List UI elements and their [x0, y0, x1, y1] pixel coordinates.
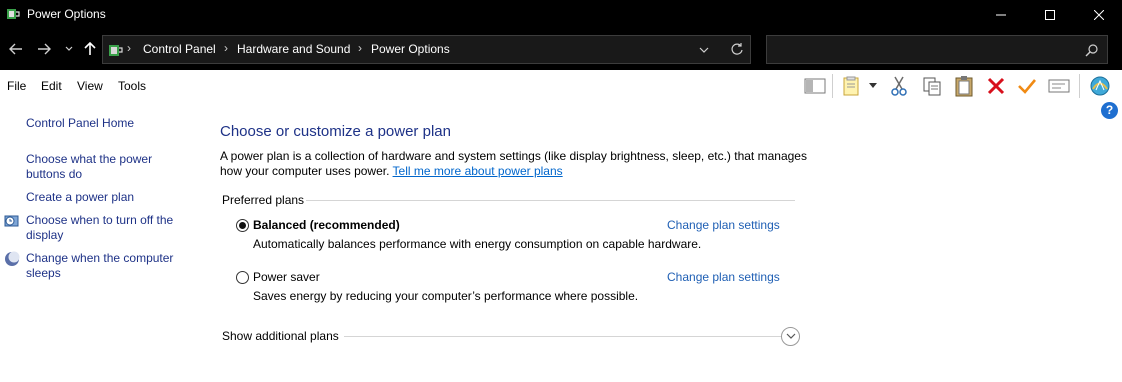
refresh-button[interactable] [730, 42, 744, 59]
address-bar[interactable]: › Control Panel › Hardware and Sound › P… [102, 35, 751, 64]
up-arrow-icon [84, 42, 96, 55]
check-icon [1018, 79, 1036, 94]
breadcrumb-separator: › [358, 41, 362, 55]
balanced-change-settings-link[interactable]: Change plan settings [667, 218, 780, 232]
menu-view[interactable]: View [77, 79, 103, 93]
minimize-button[interactable] [978, 0, 1024, 29]
power-saver-change-settings-link[interactable]: Change plan settings [667, 270, 780, 284]
close-icon [1094, 9, 1104, 20]
caret-down-icon [869, 83, 877, 88]
rename-button[interactable] [1047, 75, 1071, 97]
recent-locations-button[interactable] [63, 39, 75, 59]
back-arrow-icon [9, 43, 22, 55]
balanced-plan-description: Automatically balances performance with … [253, 237, 702, 251]
menu-bar: File Edit View Tools [0, 70, 1122, 102]
chevron-down-icon [699, 47, 709, 53]
forward-button[interactable] [36, 39, 52, 59]
control-panel-icon [109, 45, 123, 56]
menu-edit[interactable]: Edit [41, 79, 62, 93]
maximize-button[interactable] [1027, 0, 1073, 29]
search-input[interactable] [766, 35, 1108, 64]
display-timer-icon [4, 215, 19, 227]
breadcrumb-separator: › [127, 41, 131, 55]
breadcrumb-hardware-and-sound[interactable]: Hardware and Sound [237, 42, 350, 56]
page-description: A power plan is a collection of hardware… [220, 149, 820, 179]
properties-button[interactable] [840, 75, 864, 97]
main-content: Choose or customize a power plan A power… [220, 102, 1120, 382]
forward-arrow-icon [38, 43, 51, 55]
minimize-icon [996, 14, 1006, 15]
power-options-app-icon [7, 9, 20, 19]
chevron-down-icon [65, 46, 73, 51]
sidebar-item-power-buttons[interactable]: Choose what the power buttons do [26, 152, 166, 182]
section-divider [344, 336, 781, 337]
sleep-moon-icon [5, 251, 20, 266]
title-bar: Power Options [0, 0, 1122, 29]
breadcrumb-separator: › [224, 41, 228, 55]
menu-tools[interactable]: Tools [118, 79, 146, 93]
navigation-bar: › Control Panel › Hardware and Sound › P… [0, 29, 1122, 70]
shell-icon [1090, 76, 1110, 96]
sidebar-item-control-panel-home[interactable]: Control Panel Home [26, 116, 191, 131]
left-navigation-pane: Control Panel Home Choose what the power… [0, 102, 200, 382]
toolbar-separator [1079, 74, 1080, 98]
address-dropdown-button[interactable] [699, 43, 709, 60]
menu-file[interactable]: File [7, 79, 26, 93]
shell-button[interactable] [1088, 75, 1112, 97]
close-button[interactable] [1076, 0, 1122, 29]
layout-button[interactable] [803, 75, 827, 97]
balanced-plan-radio[interactable] [236, 219, 249, 232]
up-button[interactable] [82, 39, 98, 59]
sidebar-item-computer-sleeps[interactable]: Change when the computer sleeps [26, 251, 186, 281]
breadcrumb-power-options[interactable]: Power Options [371, 42, 450, 56]
page-title: Choose or customize a power plan [220, 123, 451, 140]
copy-button[interactable] [920, 75, 944, 97]
search-icon [1085, 43, 1099, 60]
section-divider [306, 200, 795, 201]
show-additional-plans-label[interactable]: Show additional plans [222, 329, 339, 343]
check-button[interactable] [1015, 75, 1039, 97]
balanced-plan-name[interactable]: Balanced (recommended) [253, 218, 400, 232]
properties-dropdown[interactable] [866, 75, 880, 97]
back-button[interactable] [8, 39, 24, 59]
power-saver-plan-description: Saves energy by reducing your computer’s… [253, 289, 639, 303]
maximize-icon [1045, 9, 1055, 20]
copy-icon [923, 77, 941, 96]
paste-icon [955, 76, 973, 97]
learn-more-link[interactable]: Tell me more about power plans [393, 164, 563, 178]
delete-icon [987, 77, 1005, 95]
rename-icon [1048, 79, 1070, 93]
cut-button[interactable] [887, 75, 911, 97]
cut-icon [891, 76, 907, 96]
sidebar-item-turn-off-display[interactable]: Choose when to turn off the display [26, 213, 186, 243]
sidebar-item-create-plan[interactable]: Create a power plan [26, 190, 191, 205]
delete-button[interactable] [984, 75, 1008, 97]
breadcrumb-control-panel[interactable]: Control Panel [143, 42, 216, 56]
window-title: Power Options [27, 7, 106, 21]
preferred-plans-label: Preferred plans [222, 193, 305, 207]
properties-icon [843, 76, 859, 96]
chevron-down-icon [786, 333, 795, 339]
power-saver-plan-radio[interactable] [236, 271, 249, 284]
expand-additional-plans-button[interactable] [781, 327, 800, 346]
toolbar-separator [832, 74, 833, 98]
power-saver-plan-name[interactable]: Power saver [253, 270, 320, 284]
layout-icon [804, 78, 826, 94]
paste-button[interactable] [952, 75, 976, 97]
refresh-icon [731, 43, 743, 55]
